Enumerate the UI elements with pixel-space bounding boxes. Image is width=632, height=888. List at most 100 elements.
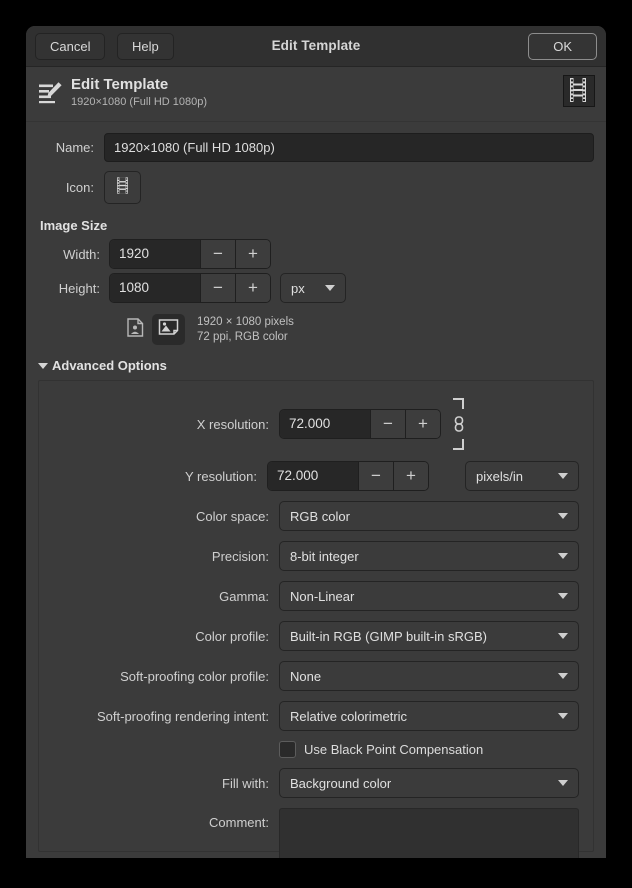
softproof-intent-row: Soft-proofing rendering intent: Relative… (53, 701, 579, 731)
fill-with-label: Fill with: (53, 776, 279, 791)
precision-value: 8-bit integer (290, 549, 548, 564)
softproof-intent-label: Soft-proofing rendering intent: (53, 709, 279, 724)
dialog-body: Name: 1920×1080 (Full HD 1080p) Icon: (26, 133, 606, 858)
chevron-down-icon (558, 513, 568, 519)
height-decrement-button[interactable]: − (200, 274, 235, 302)
color-space-value: RGB color (290, 509, 548, 524)
color-space-row: Color space: RGB color (53, 501, 579, 531)
gamma-row: Gamma: Non-Linear (53, 581, 579, 611)
chevron-down-icon (558, 553, 568, 559)
color-profile-dropdown[interactable]: Built-in RGB (GIMP built-in sRGB) (279, 621, 579, 651)
landscape-orientation-button[interactable] (152, 314, 185, 345)
gamma-label: Gamma: (53, 589, 279, 604)
ok-button[interactable]: OK (528, 33, 597, 60)
resolution-unit-value: pixels/in (476, 469, 548, 484)
black-point-compensation-row: Use Black Point Compensation (53, 741, 579, 758)
gamma-dropdown[interactable]: Non-Linear (279, 581, 579, 611)
chain-link-icon[interactable] (450, 393, 468, 455)
width-decrement-button[interactable]: − (200, 240, 235, 268)
portrait-orientation-button[interactable] (119, 314, 152, 345)
height-label: Height: (38, 281, 109, 296)
template-identity-row: Edit Template 1920×1080 (Full HD 1080p) (26, 67, 606, 122)
color-profile-value: Built-in RGB (GIMP built-in sRGB) (290, 629, 548, 644)
softproof-profile-dropdown[interactable]: None (279, 661, 579, 691)
height-row: Height: 1080 − + px (38, 273, 594, 303)
softproof-profile-value: None (290, 669, 548, 684)
y-resolution-increment-button[interactable]: + (393, 462, 428, 490)
template-identity-text: Edit Template 1920×1080 (Full HD 1080p) (71, 76, 594, 109)
softproof-profile-label: Soft-proofing color profile: (53, 669, 279, 684)
edit-template-icon (38, 80, 64, 106)
landscape-image-icon (158, 318, 179, 341)
width-input[interactable]: 1920 (110, 240, 200, 268)
chevron-down-icon (325, 285, 335, 291)
precision-label: Precision: (53, 549, 279, 564)
color-profile-label: Color profile: (53, 629, 279, 644)
image-size-info: 1920 × 1080 pixels 72 ppi, RGB color (197, 315, 294, 345)
edit-template-dialog: Cancel Help Edit Template OK Edit Templa… (26, 26, 606, 858)
name-row: Name: 1920×1080 (Full HD 1080p) (38, 133, 594, 162)
chevron-down-icon (558, 593, 568, 599)
x-resolution-input[interactable]: 72.000 (280, 410, 370, 438)
x-resolution-spinner[interactable]: 72.000 − + (279, 409, 441, 439)
advanced-options-frame: X resolution: 72.000 − + (38, 380, 594, 852)
image-size-info-line1: 1920 × 1080 pixels (197, 315, 294, 330)
fill-with-row: Fill with: Background color (53, 768, 579, 798)
chevron-down-icon (558, 713, 568, 719)
y-resolution-decrement-button[interactable]: − (358, 462, 393, 490)
identity-title: Edit Template (71, 76, 594, 93)
width-increment-button[interactable]: + (235, 240, 270, 268)
film-strip-icon (113, 176, 132, 200)
icon-row: Icon: (38, 171, 594, 204)
x-resolution-controls: 72.000 − + (279, 393, 468, 455)
precision-dropdown[interactable]: 8-bit integer (279, 541, 579, 571)
name-label: Name: (38, 140, 104, 155)
y-resolution-label: Y resolution: (53, 469, 267, 484)
chevron-down-icon (38, 363, 48, 369)
precision-row: Precision: 8-bit integer (53, 541, 579, 571)
softproof-intent-dropdown[interactable]: Relative colorimetric (279, 701, 579, 731)
x-resolution-decrement-button[interactable]: − (370, 410, 405, 438)
chevron-down-icon (558, 780, 568, 786)
advanced-options-expander[interactable]: Advanced Options (38, 358, 594, 373)
fill-with-value: Background color (290, 776, 548, 791)
height-spinner[interactable]: 1080 − + (109, 273, 271, 303)
chevron-down-icon (558, 633, 568, 639)
height-input[interactable]: 1080 (110, 274, 200, 302)
portrait-document-icon (127, 318, 144, 342)
dialog-title: Edit Template (26, 26, 606, 66)
resolution-unit-dropdown[interactable]: pixels/in (465, 461, 579, 491)
comment-label: Comment: (53, 808, 279, 838)
x-resolution-label: X resolution: (53, 417, 279, 432)
film-strip-icon (563, 75, 595, 107)
size-unit-value: px (291, 281, 315, 296)
height-increment-button[interactable]: + (235, 274, 270, 302)
resolution-block: X resolution: 72.000 − + (53, 393, 579, 491)
color-space-label: Color space: (53, 509, 279, 524)
comment-row: Comment: (53, 808, 579, 858)
fill-with-dropdown[interactable]: Background color (279, 768, 579, 798)
color-space-dropdown[interactable]: RGB color (279, 501, 579, 531)
icon-label: Icon: (38, 180, 104, 195)
y-resolution-controls: 72.000 − + pixels/in (267, 461, 579, 491)
comment-textarea[interactable] (279, 808, 579, 858)
size-unit-dropdown[interactable]: px (280, 273, 346, 303)
softproof-intent-value: Relative colorimetric (290, 709, 548, 724)
x-resolution-increment-button[interactable]: + (405, 410, 440, 438)
gamma-value: Non-Linear (290, 589, 548, 604)
chevron-down-icon (558, 473, 568, 479)
black-point-compensation-checkbox[interactable] (279, 741, 296, 758)
y-resolution-spinner[interactable]: 72.000 − + (267, 461, 429, 491)
name-input[interactable]: 1920×1080 (Full HD 1080p) (104, 133, 594, 162)
softproof-profile-row: Soft-proofing color profile: None (53, 661, 579, 691)
icon-picker-button[interactable] (104, 171, 141, 204)
image-size-section-title: Image Size (40, 218, 594, 233)
advanced-options-label: Advanced Options (52, 358, 167, 373)
chevron-down-icon (558, 673, 568, 679)
y-resolution-input[interactable]: 72.000 (268, 462, 358, 490)
y-resolution-row: Y resolution: 72.000 − + pixels/in (53, 461, 579, 491)
x-resolution-row: X resolution: 72.000 − + (53, 393, 579, 455)
width-spinner[interactable]: 1920 − + (109, 239, 271, 269)
dialog-headerbar: Cancel Help Edit Template OK (26, 26, 606, 67)
image-size-info-line2: 72 ppi, RGB color (197, 330, 294, 345)
